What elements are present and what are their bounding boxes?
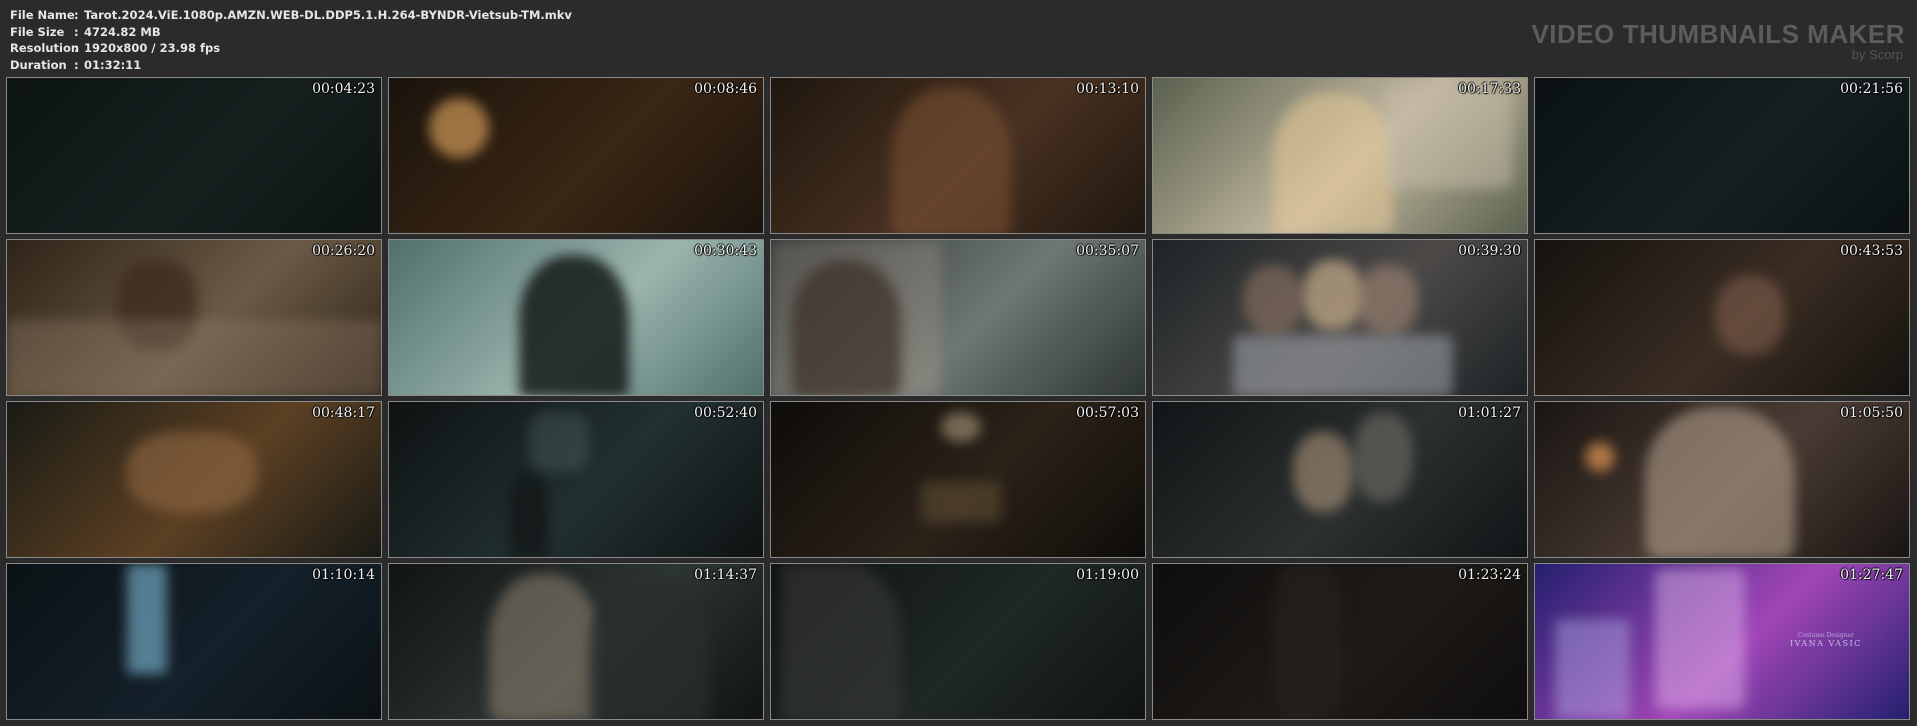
timestamp-label: 01:05:50	[1840, 405, 1903, 421]
info-row: Resolution:1920x800 / 23.98 fps	[10, 40, 572, 57]
frame-shape	[509, 472, 549, 557]
watermark-logo: VIDEO THUMBNAILS MAKER by Scorp	[1531, 20, 1905, 61]
thumbnail-frame[interactable]: 01:14:37	[388, 563, 764, 720]
frame-shape	[127, 432, 257, 512]
frame-shape	[1383, 88, 1513, 188]
frame-shape	[1715, 275, 1785, 355]
info-key: File Size	[10, 24, 65, 39]
timestamp-label: 01:27:47	[1840, 567, 1903, 583]
timestamp-label: 01:01:27	[1458, 405, 1521, 421]
frame-shape	[1555, 619, 1630, 719]
info-key: Duration	[10, 57, 67, 72]
timestamp-label: 00:13:10	[1076, 81, 1139, 97]
frame-shape	[127, 564, 167, 674]
timestamp-label: 00:26:20	[312, 243, 375, 259]
frame-shape	[489, 574, 599, 719]
thumbnail-frame[interactable]: 00:04:23	[6, 77, 382, 234]
frame-shape	[529, 412, 589, 472]
thumbnail-frame[interactable]: 00:26:20	[6, 239, 382, 396]
thumbnail-frame[interactable]: 00:39:30	[1152, 239, 1528, 396]
timestamp-label: 00:04:23	[312, 81, 375, 97]
timestamp-label: 01:19:00	[1076, 567, 1139, 583]
frame-shape	[519, 255, 629, 395]
frame-shape	[1353, 412, 1413, 502]
frame-shape	[921, 482, 1001, 522]
thumbnail-frame[interactable]: 00:30:43	[388, 239, 764, 396]
thumbnail-frame[interactable]: 00:52:40	[388, 401, 764, 558]
thumbnail-frame[interactable]: 01:05:50	[1534, 401, 1910, 558]
timestamp-label: 01:14:37	[694, 567, 757, 583]
info-value: Tarot.2024.ViE.1080p.AMZN.WEB-DL.DDP5.1.…	[84, 8, 572, 22]
thumbnail-frame[interactable]: 00:43:53	[1534, 239, 1910, 396]
info-value: 01:32:11	[84, 57, 142, 72]
frame-shape	[1358, 265, 1418, 335]
frame-shape	[1273, 564, 1343, 719]
info-row: File Size:4724.82 MB	[10, 24, 572, 41]
credit-name: IVANA VASIC	[1790, 639, 1862, 648]
timestamp-label: 00:35:07	[1076, 243, 1139, 259]
info-row: Duration:01:32:11	[10, 57, 572, 74]
timestamp-label: 00:08:46	[694, 81, 757, 97]
timestamp-label: 00:57:03	[1076, 405, 1139, 421]
frame-shape	[891, 88, 1011, 233]
frame-shape	[429, 98, 489, 158]
thumbnail-frame[interactable]: 00:08:46	[388, 77, 764, 234]
info-row: File Name: Tarot.2024.ViE.1080p.AMZN.WEB-…	[10, 7, 572, 24]
timestamp-label: 01:10:14	[312, 567, 375, 583]
thumbnail-frame[interactable]: 00:21:56	[1534, 77, 1910, 234]
thumbnail-frame[interactable]: 00:48:17	[6, 401, 382, 558]
timestamp-label: 00:52:40	[694, 405, 757, 421]
frame-shape	[1233, 335, 1453, 395]
thumbnail-frame[interactable]: 00:17:33	[1152, 77, 1528, 234]
frame-shape	[1243, 265, 1303, 335]
info-separator: :	[74, 8, 79, 22]
frame-shape	[1293, 432, 1353, 512]
thumbnail-frame[interactable]: Costume Designer IVANA VASIC 01:27:47	[1534, 563, 1910, 720]
thumbnail-frame[interactable]: 01:01:27	[1152, 401, 1528, 558]
thumbnail-frame[interactable]: 00:35:07	[770, 239, 1146, 396]
timestamp-label: 00:39:30	[1458, 243, 1521, 259]
timestamp-label: 01:23:24	[1458, 567, 1521, 583]
thumbnail-frame[interactable]: 01:10:14	[6, 563, 382, 720]
frame-shape	[941, 412, 981, 442]
thumbnail-frame[interactable]: 01:19:00	[770, 563, 1146, 720]
credit-role: Costume Designer	[1797, 632, 1854, 639]
frame-shape	[1645, 407, 1795, 557]
frame-shape	[781, 564, 901, 719]
brand-subtitle: by Scorp	[1851, 47, 1903, 62]
info-value: 1920x800 / 23.98 fps	[84, 41, 221, 55]
timestamp-label: 00:21:56	[1840, 81, 1903, 97]
frame-shape	[1273, 93, 1393, 233]
info-key: File Name	[10, 8, 75, 22]
frame-shape	[791, 260, 901, 395]
timestamp-label: 00:48:17	[312, 405, 375, 421]
thumbnail-grid: 00:04:23 00:08:46 00:13:10 00:17:33 00:21:56…	[6, 77, 1910, 720]
info-value: 4724.82 MB	[84, 24, 161, 39]
thumbnail-frame[interactable]: 00:57:03	[770, 401, 1146, 558]
frame-shape	[1585, 442, 1615, 472]
frame-shape	[1303, 260, 1363, 330]
frame-shape	[7, 320, 381, 395]
frame-shape	[589, 584, 709, 719]
info-separator: :	[74, 41, 79, 55]
thumbnail-frame[interactable]: 00:13:10	[770, 77, 1146, 234]
frame-shape	[1655, 569, 1745, 709]
info-separator: :	[74, 24, 79, 39]
timestamp-label: 00:17:33	[1458, 81, 1521, 97]
brand-title: VIDEO THUMBNAILS MAKER	[1531, 19, 1905, 49]
thumbnail-frame[interactable]: 01:23:24	[1152, 563, 1528, 720]
info-key: Resolution	[10, 41, 80, 55]
end-credit: Costume Designer IVANA VASIC	[1790, 632, 1862, 648]
info-separator: :	[74, 57, 79, 72]
file-info-panel: File Name: Tarot.2024.ViE.1080p.AMZN.WEB-…	[10, 7, 572, 73]
timestamp-label: 00:43:53	[1840, 243, 1903, 259]
timestamp-label: 00:30:43	[694, 243, 757, 259]
